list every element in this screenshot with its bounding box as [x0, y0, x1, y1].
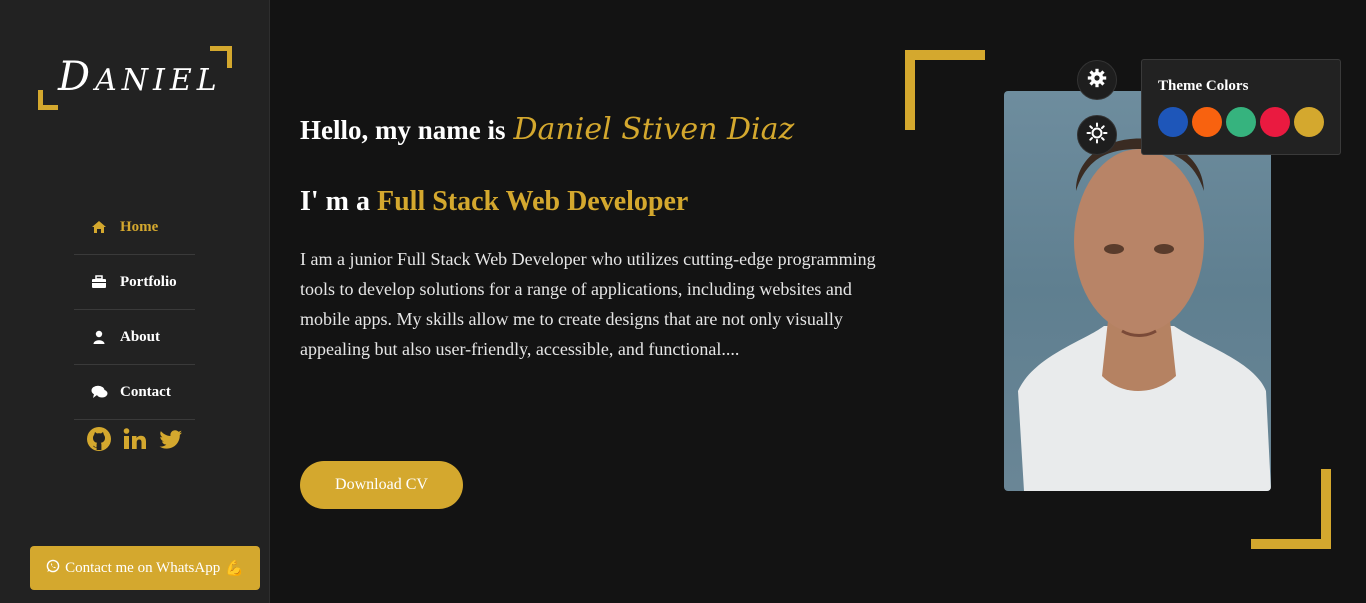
nav-item-label: Contact	[120, 383, 171, 400]
color-swatch-gold[interactable]	[1294, 107, 1324, 137]
nav-item-label: Home	[120, 218, 159, 235]
sun-icon	[1086, 122, 1108, 149]
user-icon	[88, 330, 110, 344]
color-swatch-blue[interactable]	[1158, 107, 1188, 137]
light-mode-button[interactable]	[1077, 115, 1117, 155]
role-title: Full Stack Web Developer	[377, 186, 689, 217]
flexed-biceps-icon: 💪	[225, 560, 244, 577]
home-icon	[88, 220, 110, 234]
color-swatch-green[interactable]	[1226, 107, 1256, 137]
nav-item-label: About	[120, 328, 161, 345]
developer-name: Daniel Stiven Diaz	[513, 112, 795, 147]
role-prefix: I' m a	[300, 186, 370, 217]
nav-item-label: Portfolio	[120, 273, 177, 290]
logo[interactable]: DANIEL	[38, 46, 232, 110]
briefcase-icon	[88, 275, 110, 289]
color-swatch-orange[interactable]	[1192, 107, 1222, 137]
twitter-icon[interactable]	[158, 426, 184, 452]
color-swatch-red[interactable]	[1260, 107, 1290, 137]
logo-corner-bottom-left	[38, 90, 58, 110]
whatsapp-label: Contact me on WhatsApp	[65, 559, 221, 576]
color-swatches	[1158, 107, 1324, 137]
download-cv-button[interactable]: Download CV	[300, 461, 463, 509]
photo-frame-top-left	[905, 50, 985, 130]
social-links	[86, 426, 184, 452]
main-nav: Home Portfolio About Contact	[74, 200, 195, 420]
whatsapp-button[interactable]: Contact me on WhatsApp 💪	[30, 546, 260, 590]
gear-icon	[1087, 68, 1107, 93]
nav-item-about[interactable]: About	[74, 310, 195, 365]
bio-paragraph: I am a junior Full Stack Web Developer w…	[300, 249, 876, 359]
settings-button[interactable]	[1077, 60, 1117, 100]
role-heading: I' m a Full Stack Web Developer	[300, 186, 688, 218]
nav-item-portfolio[interactable]: Portfolio	[74, 255, 195, 310]
sidebar: DANIEL Home Portfolio About Contact Cont…	[0, 0, 270, 603]
github-icon[interactable]	[86, 426, 112, 452]
nav-item-home[interactable]: Home	[74, 200, 195, 255]
linkedin-icon[interactable]	[122, 426, 148, 452]
nav-item-contact[interactable]: Contact	[74, 365, 195, 420]
logo-text: DANIEL	[58, 54, 222, 100]
greeting-text: Hello, my name is	[300, 115, 506, 145]
theme-colors-panel: Theme Colors	[1141, 59, 1341, 155]
greeting-heading: Hello, my name is Daniel Stiven Diaz	[300, 112, 794, 147]
whatsapp-icon	[46, 559, 60, 578]
comments-icon	[88, 385, 110, 399]
theme-panel-title: Theme Colors	[1158, 78, 1249, 94]
